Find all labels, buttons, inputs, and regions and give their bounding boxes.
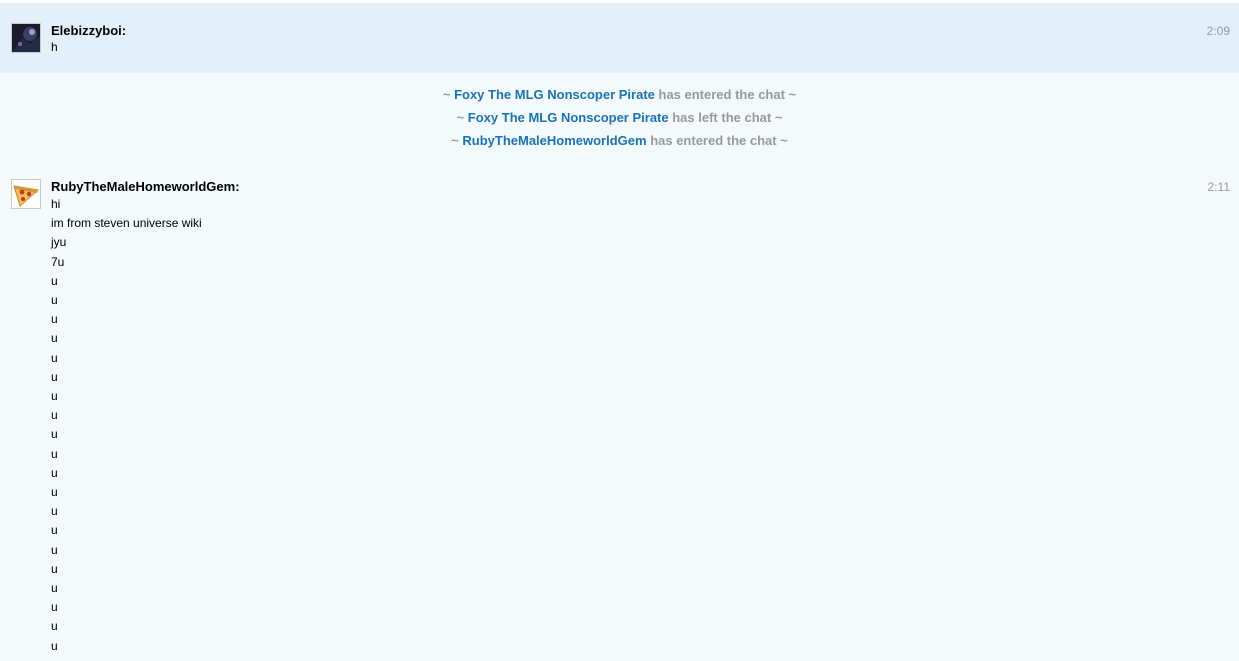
inline-alert: ~ Foxy The MLG Nonscoper Pirate has ente…: [0, 83, 1239, 106]
message-line: u: [51, 293, 58, 308]
message-line: u: [51, 638, 58, 653]
alert-prefix: ~: [442, 87, 455, 102]
message-line: u: [51, 619, 58, 634]
message-line: u: [51, 389, 58, 404]
message-line: u: [51, 542, 58, 557]
dark-avatar-icon[interactable]: [11, 23, 41, 53]
chat-message: RubyTheMaleHomeworldGem: hi im from steve…: [0, 179, 1239, 656]
message-line: u: [51, 427, 58, 442]
message-line: 7u: [51, 254, 65, 269]
alert-action: has entered the chat ~: [646, 133, 788, 148]
message-line: u: [51, 561, 58, 576]
message-line: u: [51, 408, 58, 423]
message-lines: hi im from steven universe wiki jyu 7u u u u u u…: [51, 195, 1239, 656]
message-line: hi: [51, 197, 61, 211]
message-line: u: [51, 485, 58, 500]
message-line: u: [51, 446, 58, 461]
message-line: u: [51, 465, 58, 480]
message-line: u: [51, 312, 58, 327]
alert-action: has entered the chat ~: [654, 87, 797, 102]
pizza-avatar-icon[interactable]: [11, 179, 41, 209]
inline-alert: ~ Foxy The MLG Nonscoper Pirate has left…: [0, 106, 1239, 129]
chat-log: Elebizzyboi: h 2:09 ~ Foxy The MLG Nonsc…: [0, 0, 1239, 661]
message-username[interactable]: RubyTheMaleHomeworldGem:: [51, 179, 1239, 195]
message-username[interactable]: Elebizzyboi:: [51, 23, 1239, 39]
inline-alert: ~ RubyTheMaleHomeworldGem has entered th…: [0, 129, 1239, 152]
message-line: h: [51, 40, 58, 54]
message-time: 2:11: [1207, 180, 1230, 194]
chat-message: Elebizzyboi: h 2:09: [0, 3, 1239, 73]
alert-action: has left the chat ~: [668, 110, 783, 125]
message-line: u: [51, 273, 58, 288]
message-line: jyu: [51, 235, 67, 250]
alert-username[interactable]: Foxy The MLG Nonscoper Pirate: [468, 110, 669, 125]
message-line: u: [51, 504, 58, 519]
alert-username[interactable]: RubyTheMaleHomeworldGem: [462, 133, 646, 148]
inline-alerts: ~ Foxy The MLG Nonscoper Pirate has ente…: [0, 73, 1239, 152]
message-time: 2:09: [1206, 24, 1230, 38]
message-line: u: [51, 331, 58, 346]
message-line: u: [51, 581, 58, 596]
message-line: u: [51, 369, 58, 384]
alert-prefix: ~: [451, 133, 463, 148]
alert-username[interactable]: Foxy The MLG Nonscoper Pirate: [454, 87, 655, 102]
alert-prefix: ~: [456, 110, 468, 125]
message-line: u: [51, 523, 58, 538]
message-line: u: [51, 350, 58, 365]
message-line: im from steven universe wiki: [51, 216, 202, 231]
message-line: u: [51, 600, 58, 615]
